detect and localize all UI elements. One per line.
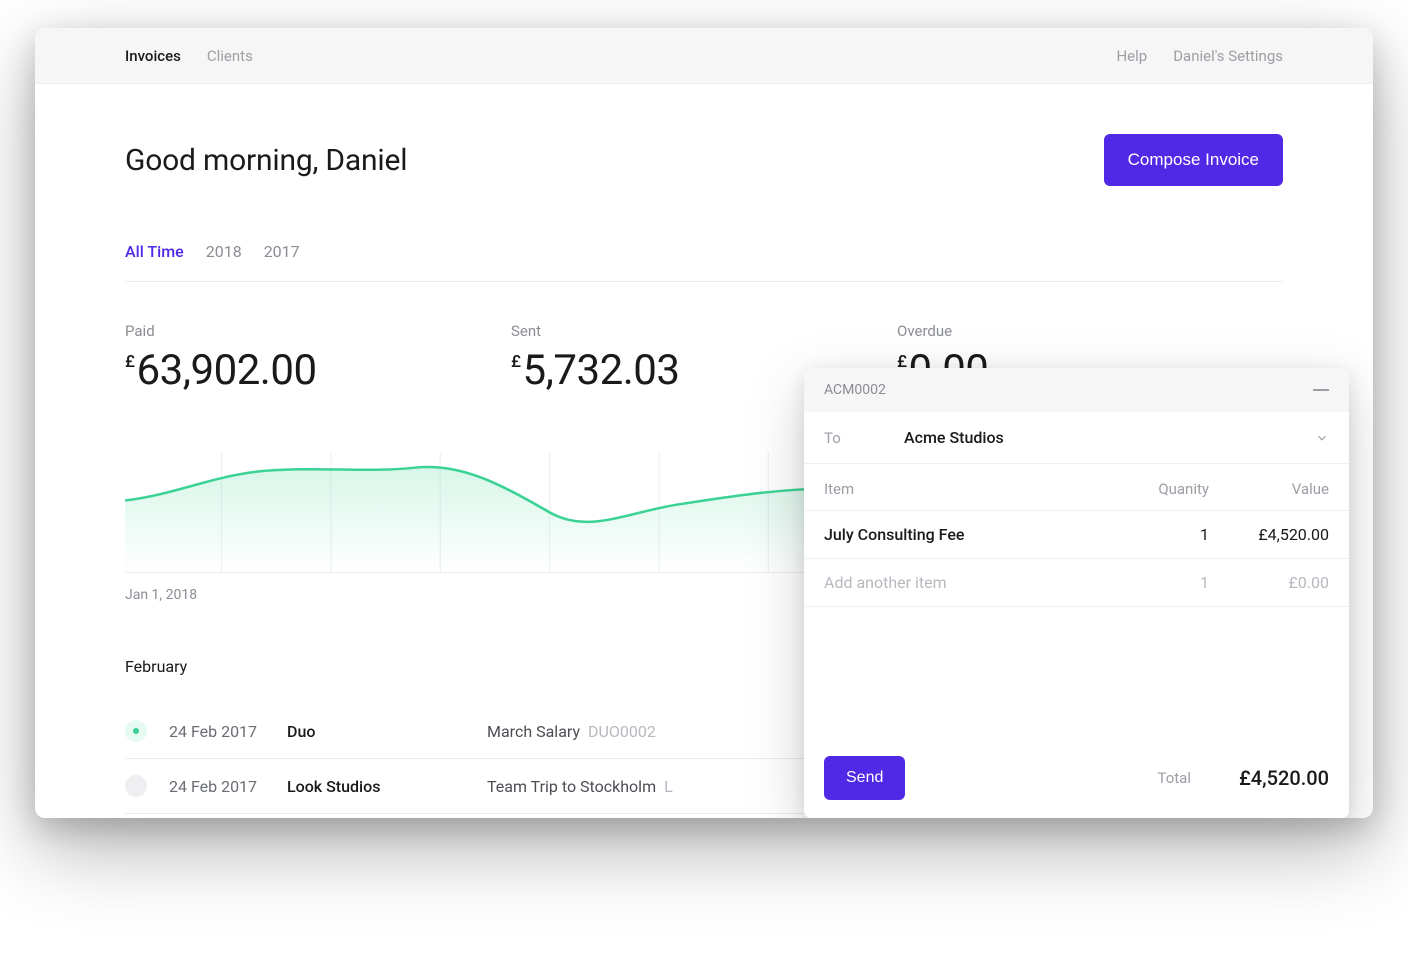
compose-invoice-panel: ACM0002 To Acme Studios Item Quanity Val… (804, 368, 1349, 818)
col-value-header: Value (1209, 480, 1329, 498)
currency-symbol: £ (511, 352, 521, 372)
line-item-value: £4,520.00 (1209, 525, 1329, 544)
compose-invoice-button[interactable]: Compose Invoice (1104, 134, 1283, 186)
chevron-down-icon (1315, 431, 1329, 445)
invoice-code-label: ACM0002 (824, 382, 886, 398)
minimize-icon[interactable] (1313, 389, 1329, 391)
stat-sent-value: 5,732.03 (523, 346, 680, 395)
stat-paid: Paid £ 63,902.00 (125, 322, 511, 395)
status-dot-paid-icon (125, 720, 147, 742)
invoice-date: 24 Feb 2017 (169, 777, 287, 796)
stat-paid-label: Paid (125, 322, 511, 340)
total-value: £4,520.00 (1239, 766, 1329, 790)
to-value: Acme Studios (904, 428, 1315, 447)
col-qty-header: Quanity (1129, 480, 1209, 498)
nav-settings[interactable]: Daniel's Settings (1173, 47, 1283, 65)
filter-all-time[interactable]: All Time (125, 242, 184, 261)
col-item-header: Item (824, 480, 1129, 498)
filter-2017[interactable]: 2017 (264, 242, 300, 261)
invoice-client: Look Studios (287, 777, 487, 796)
invoice-desc: Team Trip to Stockholm (487, 777, 656, 796)
nav-invoices[interactable]: Invoices (125, 47, 181, 65)
line-items-header: Item Quanity Value (804, 464, 1349, 511)
page-greeting: Good morning, Daniel (125, 143, 407, 178)
top-nav: Invoices Clients Help Daniel's Settings (35, 28, 1373, 84)
total-label: Total (1158, 769, 1192, 787)
add-item-placeholder: Add another item (824, 573, 1129, 592)
invoice-desc: March Salary (487, 722, 580, 741)
send-button[interactable]: Send (824, 756, 905, 800)
line-item[interactable]: July Consulting Fee 1 £4,520.00 (804, 511, 1349, 559)
add-item-value: £0.00 (1209, 573, 1329, 592)
add-item-qty: 1 (1129, 573, 1209, 592)
stat-paid-value: 63,902.00 (137, 346, 317, 395)
add-line-item[interactable]: Add another item 1 £0.00 (804, 559, 1349, 607)
to-label: To (824, 429, 904, 447)
currency-symbol: £ (125, 352, 135, 372)
line-item-name: July Consulting Fee (824, 525, 1129, 544)
filter-2018[interactable]: 2018 (206, 242, 242, 261)
invoice-code: L (664, 777, 673, 796)
recipient-row[interactable]: To Acme Studios (804, 412, 1349, 464)
nav-help[interactable]: Help (1116, 47, 1147, 65)
stat-sent-label: Sent (511, 322, 897, 340)
nav-clients[interactable]: Clients (207, 47, 253, 65)
status-dot-unpaid-icon (125, 775, 147, 797)
app-window: Invoices Clients Help Daniel's Settings … (35, 28, 1373, 818)
invoice-date: 24 Feb 2017 (169, 722, 287, 741)
line-item-qty: 1 (1129, 525, 1209, 544)
stat-overdue-label: Overdue (897, 322, 1283, 340)
time-filters: All Time 2018 2017 (125, 242, 1283, 282)
invoice-client: Duo (287, 722, 487, 741)
invoice-code: DUO0002 (588, 722, 656, 741)
